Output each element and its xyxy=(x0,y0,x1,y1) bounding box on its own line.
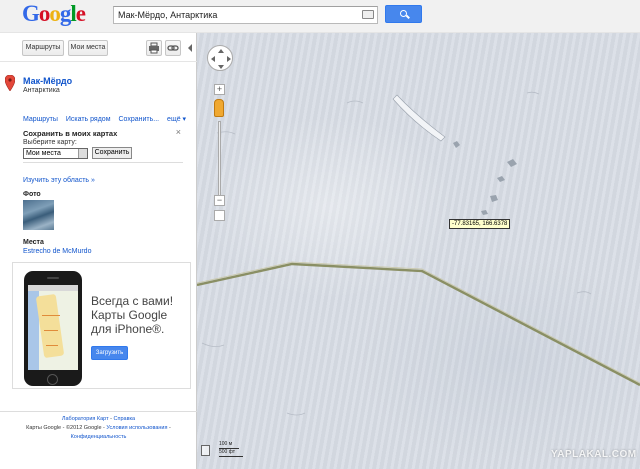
scale-metric-label: 100 м xyxy=(219,441,233,447)
collapse-panel-icon[interactable] xyxy=(188,44,192,52)
satellite-features xyxy=(197,91,640,416)
labs-link[interactable]: Лаборатория Карт xyxy=(62,416,109,422)
explore-area-link[interactable]: Изучить эту область » xyxy=(23,177,95,184)
privacy-link[interactable]: Конфиденциальность xyxy=(71,434,127,440)
place-marker-icon xyxy=(5,75,15,91)
print-icon xyxy=(149,42,159,54)
routes-button[interactable]: Маршруты xyxy=(22,40,64,56)
action-more-link[interactable]: ещё ▾ xyxy=(167,116,186,123)
scale-imperial-label: 500 фт xyxy=(219,449,236,455)
panel-toolbar: Маршруты Мои места xyxy=(0,33,197,62)
save-button[interactable]: Сохранить xyxy=(92,147,132,159)
help-link[interactable]: Справка xyxy=(114,416,136,422)
photo-thumbnail[interactable] xyxy=(23,200,54,230)
save-panel-choose-label: Выберите карту: xyxy=(23,139,77,146)
structures xyxy=(453,141,517,215)
zoom-slider[interactable] xyxy=(218,121,221,197)
coordinates-tooltip: -77.83165, 166.6378 xyxy=(449,219,511,229)
ad-text: Всегда с вами! Карты Google для iPhone®. xyxy=(91,294,189,336)
scale-bar: 100 м 500 фт xyxy=(219,441,259,457)
left-panel: Маршруты Мои места Мак-Мёрдо Антарктика … xyxy=(0,33,197,469)
top-bar: Google Мак-Мёрдо, Антарктика xyxy=(0,0,640,33)
phone-speaker xyxy=(47,277,59,279)
place-title[interactable]: Мак-Мёрдо xyxy=(23,76,72,86)
save-to-map-panel: Сохранить в моих картах × Выберите карту… xyxy=(23,127,183,163)
iphone-ad: Всегда с вами! Карты Google для iPhone®.… xyxy=(12,262,191,389)
google-logo[interactable]: Google xyxy=(22,1,86,27)
map-select[interactable]: Мои места xyxy=(23,148,88,159)
logo-letter: g xyxy=(59,1,71,26)
ad-line: Всегда с вами! xyxy=(91,294,174,308)
link-icon xyxy=(167,45,179,51)
ad-line: Карты Google xyxy=(91,308,168,322)
search-icon-handle xyxy=(406,14,410,19)
footer: Лаборатория Карт - Справка Карты Google … xyxy=(0,411,197,442)
search-input[interactable]: Мак-Мёрдо, Антарктика xyxy=(113,6,378,24)
save-panel-title: Сохранить в моих картах xyxy=(23,129,118,138)
download-button[interactable]: Загрузить xyxy=(91,346,128,360)
scale-imperial-line xyxy=(219,456,243,457)
ad-line: для iPhone®. xyxy=(91,322,165,336)
footer-separator: - xyxy=(169,425,171,431)
watermark: YAPLAKAL.COM xyxy=(551,449,637,460)
search-input-value: Мак-Мёрдо, Антарктика xyxy=(118,10,218,20)
logo-letter: e xyxy=(75,1,86,26)
map-canvas[interactable]: + − -77.83165, 166.6378 100 м 500 фт YAP… xyxy=(197,33,640,469)
copyright-text: Карты Google - ©2012 Google - xyxy=(26,425,105,431)
print-button[interactable] xyxy=(146,40,162,56)
chevron-down-icon xyxy=(78,149,87,158)
pegman-icon[interactable] xyxy=(214,99,224,117)
phone-screen xyxy=(28,285,78,370)
pan-control[interactable] xyxy=(207,45,233,71)
logo-letter: o xyxy=(49,1,60,26)
zoom-extra-icon[interactable] xyxy=(214,210,225,221)
search-button[interactable] xyxy=(385,5,422,23)
action-save-link[interactable]: Сохранить... xyxy=(118,116,159,123)
close-icon[interactable]: × xyxy=(176,127,181,137)
pan-arrows-icon xyxy=(211,49,231,69)
terms-link[interactable]: Условия использования xyxy=(106,425,167,431)
link-button[interactable] xyxy=(165,40,181,56)
place-actions: Маршруты Искать рядом Сохранить... ещё ▾ xyxy=(23,115,192,123)
phone-image xyxy=(24,271,82,386)
action-search-nearby-link[interactable]: Искать рядом xyxy=(66,116,111,123)
zoom-in-button[interactable]: + xyxy=(214,84,225,95)
action-routes-link[interactable]: Маршруты xyxy=(23,116,58,123)
keyboard-icon[interactable] xyxy=(362,10,374,19)
snow-plume xyxy=(392,94,446,142)
route-line xyxy=(197,262,640,387)
logo-letter: o xyxy=(38,1,50,26)
places-link[interactable]: Estrecho de McMurdo xyxy=(23,248,91,255)
my-places-button[interactable]: Мои места xyxy=(68,40,108,56)
zoom-out-button[interactable]: − xyxy=(214,195,225,206)
places-heading: Места xyxy=(23,239,44,246)
terrain-marks xyxy=(201,91,592,416)
photos-heading: Фото xyxy=(23,191,41,198)
logo-letter: G xyxy=(22,1,40,26)
route-line-shadow xyxy=(197,261,640,384)
map-type-icon[interactable] xyxy=(201,445,210,456)
map-select-value: Мои места xyxy=(26,150,61,157)
place-subtitle: Антарктика xyxy=(23,87,60,94)
phone-home-button xyxy=(47,374,58,385)
